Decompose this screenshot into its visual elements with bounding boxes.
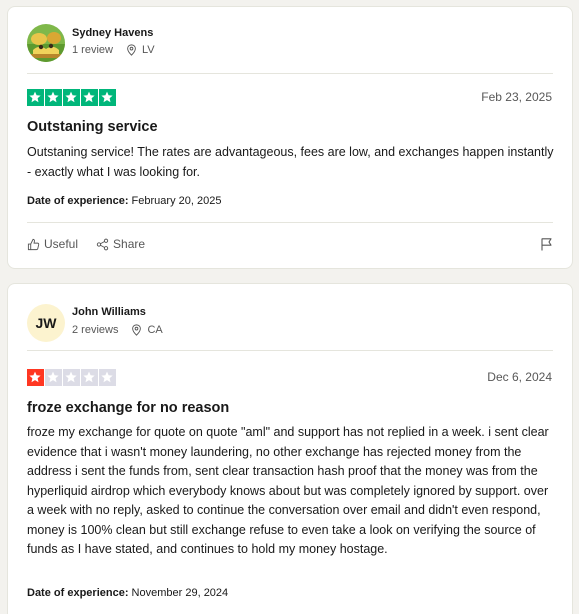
experience-label: Date of experience: bbox=[27, 587, 129, 599]
experience-date: Date of experience: November 29, 2024 bbox=[27, 587, 228, 599]
thumbs-up-icon bbox=[27, 238, 40, 250]
review-card: Sydney Havens 1 review LV Feb 23, 2025 O… bbox=[7, 6, 573, 269]
star-filled-icon bbox=[99, 89, 116, 106]
share-label: Share bbox=[113, 237, 146, 251]
divider bbox=[27, 222, 553, 223]
useful-button[interactable]: Useful bbox=[27, 237, 78, 251]
location-pin-icon bbox=[132, 324, 142, 336]
star-rating bbox=[27, 369, 116, 386]
reviewer-meta: 1 review LV bbox=[72, 44, 155, 56]
review-card: JW John Williams 2 reviews CA Dec 6, 202… bbox=[7, 283, 573, 614]
reviewer-meta: 2 reviews CA bbox=[72, 324, 163, 336]
avatar[interactable]: JW bbox=[27, 304, 65, 342]
reviewer-location: CA bbox=[147, 324, 163, 336]
flag-icon[interactable] bbox=[540, 237, 553, 251]
review-actions: Useful Share bbox=[27, 236, 553, 252]
star-empty-icon bbox=[63, 369, 80, 386]
experience-value: February 20, 2025 bbox=[131, 195, 222, 207]
star-filled-icon bbox=[27, 89, 44, 106]
star-filled-icon bbox=[27, 369, 44, 386]
experience-label: Date of experience: bbox=[27, 195, 129, 207]
review-date: Dec 6, 2024 bbox=[487, 370, 552, 384]
share-icon bbox=[96, 238, 109, 250]
star-rating bbox=[27, 89, 116, 106]
avatar[interactable] bbox=[27, 24, 65, 62]
star-empty-icon bbox=[45, 369, 62, 386]
review-title[interactable]: Outstaning service bbox=[27, 119, 158, 135]
star-filled-icon bbox=[45, 89, 62, 106]
experience-value: November 29, 2024 bbox=[131, 587, 229, 599]
review-date: Feb 23, 2025 bbox=[481, 90, 552, 104]
useful-label: Useful bbox=[44, 237, 79, 251]
avatar-image bbox=[27, 24, 65, 62]
reviewer-location: LV bbox=[141, 44, 155, 56]
star-empty-icon bbox=[99, 369, 116, 386]
star-filled-icon bbox=[81, 89, 98, 106]
review-body: Outstaning service! The rates are advant… bbox=[27, 145, 554, 179]
star-filled-icon bbox=[63, 89, 80, 106]
reviewer-name[interactable]: John Williams bbox=[72, 306, 146, 318]
review-count: 2 reviews bbox=[72, 324, 119, 336]
review-title[interactable]: froze exchange for no reason bbox=[27, 400, 229, 416]
share-button[interactable]: Share bbox=[96, 237, 145, 251]
reviewer-name[interactable]: Sydney Havens bbox=[72, 27, 153, 39]
divider bbox=[27, 73, 553, 74]
review-body: froze my exchange for quote on quote "am… bbox=[27, 425, 549, 556]
location-pin-icon bbox=[127, 44, 136, 56]
divider bbox=[27, 350, 553, 351]
review-count: 1 review bbox=[72, 44, 113, 56]
experience-date: Date of experience: February 20, 2025 bbox=[27, 195, 221, 207]
star-empty-icon bbox=[81, 369, 98, 386]
